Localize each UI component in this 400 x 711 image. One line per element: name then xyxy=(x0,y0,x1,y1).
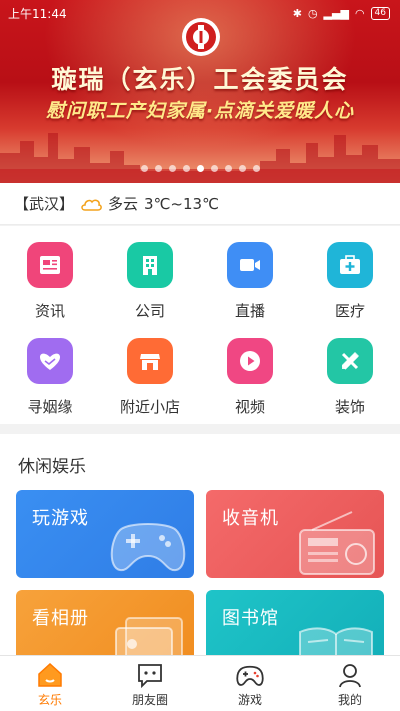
function-grid: 资讯 公司 直播 医疗 寻姻缘 附近小店 视频 装饰 xyxy=(0,226,400,424)
grid-item-company[interactable]: 公司 xyxy=(100,226,200,321)
battery-icon: 46 xyxy=(370,6,390,20)
grid-label-matchmaking: 寻姻缘 xyxy=(27,398,73,416)
wifi-icon: ◠ xyxy=(354,6,365,20)
shop-icon xyxy=(127,338,173,384)
carousel-dot[interactable] xyxy=(140,165,148,172)
news-icon xyxy=(27,242,73,288)
weather-temperature: 3℃~13℃ xyxy=(144,194,219,213)
carousel-dot[interactable] xyxy=(224,165,232,172)
photo-album-icon xyxy=(115,617,183,662)
card-label-library: 图书馆 xyxy=(222,608,279,629)
medical-kit-icon xyxy=(327,242,373,288)
tab-moments[interactable]: 朋友圈 xyxy=(100,656,200,711)
card-play-games[interactable]: 玩游戏 xyxy=(16,490,194,578)
grid-item-decoration[interactable]: 装饰 xyxy=(300,322,400,417)
alarm-icon: ◷ xyxy=(307,6,318,20)
carousel-dot[interactable] xyxy=(238,165,246,172)
banner-title: 璇瑞（玄乐）工会委员会 xyxy=(51,65,349,94)
grid-label-medical: 医疗 xyxy=(334,302,365,320)
user-icon xyxy=(339,664,361,688)
book-icon xyxy=(299,627,373,662)
carousel-dot[interactable] xyxy=(252,165,260,172)
grid-label-company: 公司 xyxy=(134,302,165,320)
card-library[interactable]: 图书馆 xyxy=(206,590,384,662)
carousel-dot[interactable] xyxy=(196,165,204,172)
grid-item-news[interactable]: 资讯 xyxy=(0,226,100,321)
card-photo-album[interactable]: 看相册 xyxy=(16,590,194,662)
play-icon xyxy=(227,338,273,384)
status-bar: 上午11:44 ✱ ◷ ▂▄▆ ◠ 46 xyxy=(0,0,400,26)
carousel-indicator xyxy=(0,165,400,172)
home-icon xyxy=(38,662,62,687)
grid-label-video: 视频 xyxy=(234,398,265,416)
weather-bar[interactable]: 【武汉】 多云 3℃~13℃ xyxy=(0,183,400,225)
weather-condition: 多云 xyxy=(108,195,139,213)
card-label-photo-album: 看相册 xyxy=(32,608,89,629)
carousel-dot[interactable] xyxy=(154,165,162,172)
leisure-section: 休闲娱乐 玩游戏 收音机 看相册 图书馆 xyxy=(0,434,400,662)
radio-icon xyxy=(299,511,375,575)
video-camera-icon xyxy=(227,242,273,288)
tab-home[interactable]: 玄乐 xyxy=(0,656,100,711)
tab-label-moments: 朋友圈 xyxy=(131,693,168,707)
tab-label-me: 我的 xyxy=(337,693,362,707)
chat-icon xyxy=(138,664,162,689)
building-icon xyxy=(127,242,173,288)
grid-item-nearby-shop[interactable]: 附近小店 xyxy=(100,322,200,417)
app-screen: 上午11:44 ✱ ◷ ▂▄▆ ◠ 46 璇瑞（玄乐）工会委员会 慰问职工产妇家… xyxy=(0,0,400,711)
heart-hands-icon xyxy=(27,338,73,384)
grid-item-live[interactable]: 直播 xyxy=(200,226,300,321)
card-label-play-games: 玩游戏 xyxy=(32,508,89,529)
banner-carousel[interactable]: 上午11:44 ✱ ◷ ▂▄▆ ◠ 46 璇瑞（玄乐）工会委员会 慰问职工产妇家… xyxy=(0,0,400,183)
grid-label-decoration: 装饰 xyxy=(334,398,365,416)
city-skyline-illustration xyxy=(0,133,400,183)
signal-icon: ▂▄▆ xyxy=(323,6,349,20)
card-radio[interactable]: 收音机 xyxy=(206,490,384,578)
carousel-dot[interactable] xyxy=(168,165,176,172)
leisure-title: 休闲娱乐 xyxy=(18,457,86,477)
carousel-dot[interactable] xyxy=(210,165,218,172)
carousel-dot[interactable] xyxy=(182,165,190,172)
grid-item-video[interactable]: 视频 xyxy=(200,322,300,417)
grid-label-news: 资讯 xyxy=(34,302,65,320)
grid-item-medical[interactable]: 医疗 xyxy=(300,226,400,321)
weather-city: 【武汉】 xyxy=(14,195,75,213)
grid-item-matchmaking[interactable]: 寻姻缘 xyxy=(0,322,100,417)
bottom-tab-bar: 玄乐 朋友圈 游戏 我的 xyxy=(0,655,400,711)
tab-label-games: 游戏 xyxy=(237,693,262,707)
ruler-pencil-icon xyxy=(327,338,373,384)
banner-subtitle: 慰问职工产妇家属·点滴关爱暖人心 xyxy=(45,100,355,122)
gamepad-icon xyxy=(110,523,186,572)
bluetooth-icon: ✱ xyxy=(292,6,302,20)
gamepad-icon xyxy=(236,665,264,686)
tab-games[interactable]: 游戏 xyxy=(200,656,300,711)
grid-label-nearby-shop: 附近小店 xyxy=(119,398,180,416)
card-label-radio: 收音机 xyxy=(222,508,279,529)
grid-label-live: 直播 xyxy=(234,302,265,320)
tab-me[interactable]: 我的 xyxy=(300,656,400,711)
status-time: 上午11:44 xyxy=(8,6,67,21)
cloudy-icon xyxy=(81,199,102,211)
tab-label-home: 玄乐 xyxy=(37,693,62,707)
status-icons: ✱ ◷ ▂▄▆ ◠ 46 xyxy=(292,6,390,20)
